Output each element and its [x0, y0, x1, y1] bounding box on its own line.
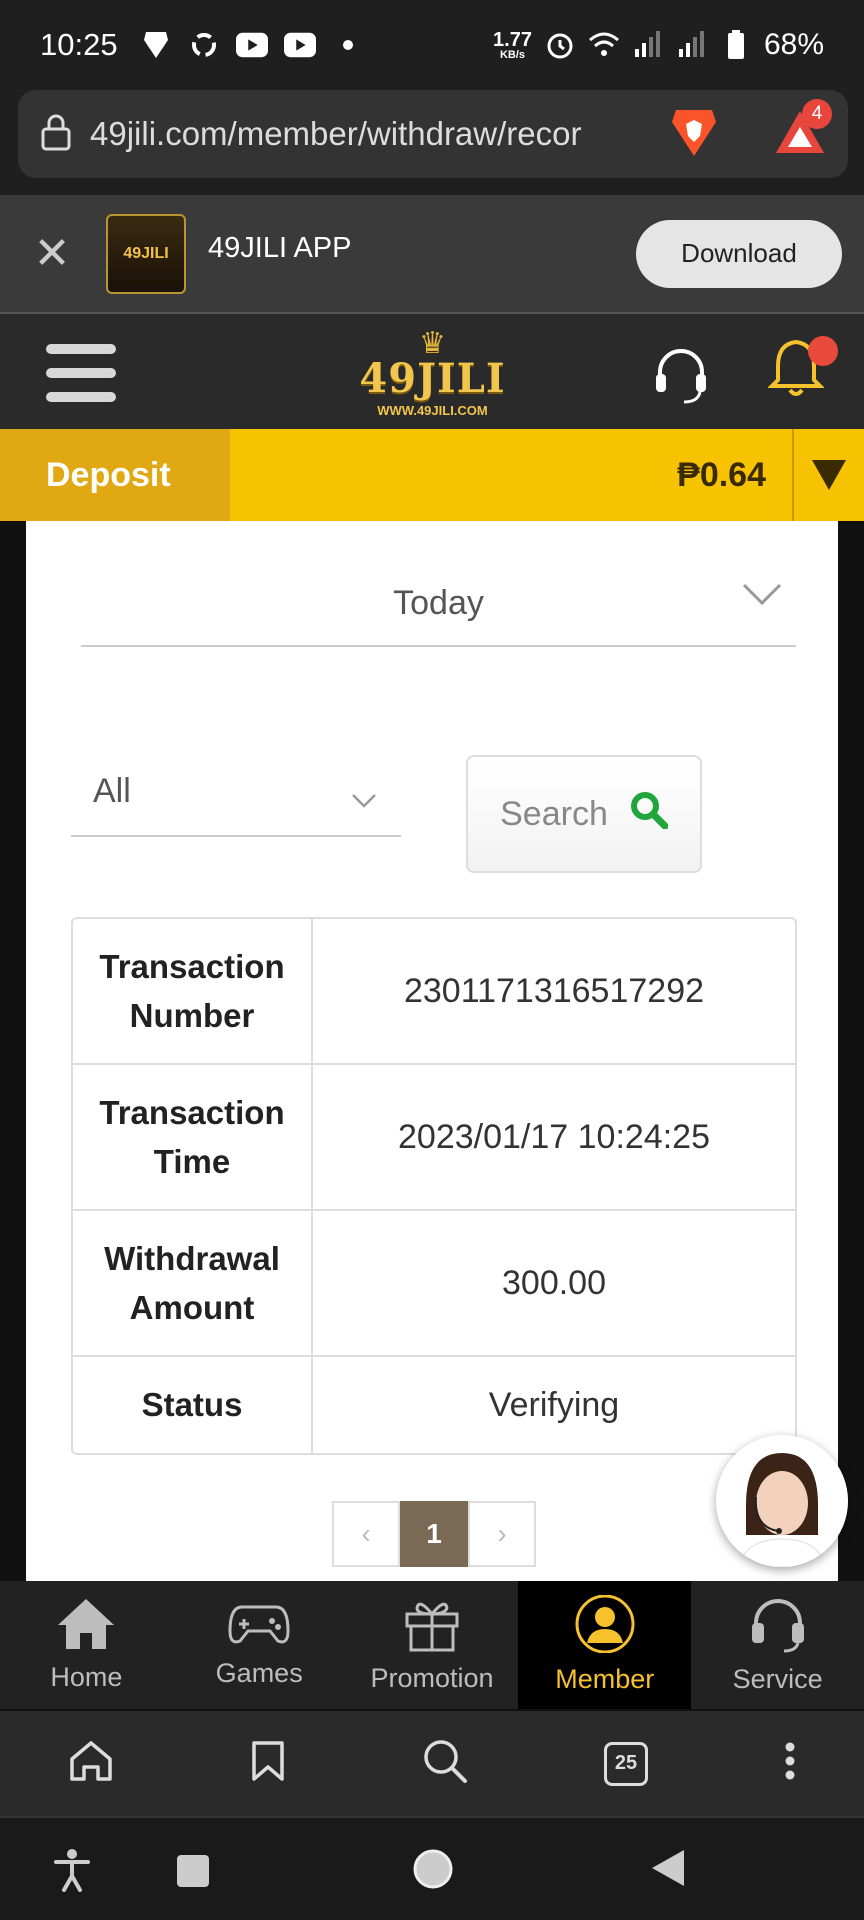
battery-level: 68% [763, 28, 824, 61]
customer-service-icon[interactable] [650, 344, 712, 411]
type-filter-select[interactable]: All [71, 747, 401, 837]
nav-member-label: Member [555, 1664, 655, 1694]
withdrawal-amount: 300.00 [502, 1263, 606, 1302]
tab-switcher-button[interactable]: 25 [604, 1741, 648, 1786]
table-row: Transaction Number 2301171316517292 [73, 919, 795, 1065]
sync-icon [188, 29, 220, 61]
search-icon [630, 791, 669, 838]
youtube-icon-2 [283, 29, 316, 61]
transaction-time: 2023/01/17 10:24:25 [398, 1117, 710, 1156]
site-logo[interactable]: ♛ 49JILI WWW.49JILI.COM [345, 318, 520, 428]
brave-notification-icon [140, 29, 172, 61]
search-button[interactable]: Search [466, 755, 702, 873]
pagination: ‹ 1 › [332, 1501, 536, 1567]
nav-member[interactable]: Member [518, 1581, 692, 1709]
bookmark-icon[interactable] [250, 1739, 286, 1788]
nav-home-label: Home [50, 1662, 123, 1692]
member-icon [574, 1594, 636, 1660]
site-header: ♛ 49JILI WWW.49JILI.COM [0, 312, 864, 429]
live-chat-avatar[interactable] [716, 1435, 848, 1567]
date-range-select[interactable]: Today [81, 561, 796, 647]
row-label: Transaction Time [73, 1065, 313, 1209]
deposit-bar: Deposit ₱0.64 [0, 429, 864, 521]
brave-shield-icon[interactable] [670, 106, 718, 163]
row-label: Transaction Number [73, 919, 313, 1063]
nav-games[interactable]: Games [173, 1581, 346, 1709]
page-1-button[interactable]: 1 [400, 1501, 468, 1567]
crown-icon: ♛ [419, 326, 446, 360]
menu-icon[interactable] [46, 338, 116, 408]
system-nav-bar [0, 1816, 864, 1920]
app-install-banner: ✕ 49JILI 49JILI APP Download [0, 195, 864, 312]
signal-icon [632, 29, 664, 61]
brave-rewards-icon[interactable]: 4 [774, 98, 832, 160]
gift-icon [403, 1596, 461, 1659]
network-speed: 1.77 KB/s [493, 28, 532, 61]
transaction-number: 2301171316517292 [403, 971, 705, 1010]
date-range-value: Today [393, 583, 484, 622]
recent-apps-button[interactable] [176, 1854, 210, 1893]
back-button[interactable] [650, 1848, 686, 1893]
app-logo: 49JILI [106, 213, 186, 294]
more-options-icon[interactable] [784, 1741, 796, 1786]
url-text[interactable]: 49jili.com/member/withdraw/recor [90, 115, 650, 153]
close-banner-icon[interactable]: ✕ [22, 228, 82, 279]
download-button[interactable]: Download [636, 219, 842, 288]
status-value: Verifying [488, 1385, 620, 1424]
chevron-down-icon [742, 577, 782, 616]
status-bar: 10:25 1.77 KB/s 68% [0, 0, 864, 90]
headset-icon [748, 1595, 808, 1660]
browser-address-area: 49jili.com/member/withdraw/recor 4 [0, 90, 864, 195]
chevron-down-icon [351, 779, 377, 818]
site-bottom-nav: Home Games Promotion Member Service [0, 1581, 864, 1709]
home-icon [56, 1597, 116, 1658]
browser-home-icon[interactable] [68, 1739, 114, 1788]
nav-promotion[interactable]: Promotion [346, 1581, 519, 1709]
address-bar[interactable]: 49jili.com/member/withdraw/recor 4 [18, 90, 848, 178]
dot-icon [332, 29, 364, 61]
balance-dropdown-icon[interactable] [792, 429, 864, 521]
battery-icon [720, 29, 752, 61]
clock: 10:25 [40, 27, 118, 62]
search-label: Search [500, 794, 608, 833]
withdraw-record-panel: Today All Search Transaction Number 2301… [26, 521, 838, 1581]
app-name: 49JILI APP [208, 232, 352, 264]
lock-icon[interactable] [40, 113, 72, 156]
deposit-button[interactable]: Deposit [0, 429, 230, 521]
row-label: Status [73, 1357, 313, 1453]
wallet-balance: ₱0.64 [677, 455, 766, 494]
type-filter-value: All [93, 771, 131, 810]
wifi-icon [588, 29, 620, 61]
search-icon[interactable] [422, 1738, 468, 1789]
prev-page-button[interactable]: ‹ [332, 1501, 400, 1567]
rewards-badge: 4 [802, 98, 832, 129]
table-row: Status Verifying [73, 1357, 795, 1453]
accessibility-icon[interactable] [52, 1848, 92, 1897]
alarm-icon [544, 29, 576, 61]
transaction-table: Transaction Number 2301171316517292 Tran… [71, 917, 797, 1455]
home-button[interactable] [412, 1848, 454, 1895]
browser-toolbar: 25 [0, 1709, 864, 1816]
gamepad-icon [228, 1601, 290, 1654]
nav-service[interactable]: Service [691, 1581, 864, 1709]
youtube-icon [235, 29, 268, 61]
nav-home[interactable]: Home [0, 1581, 173, 1709]
nav-promotion-label: Promotion [370, 1663, 494, 1693]
row-label: Withdrawal Amount [73, 1211, 313, 1355]
notification-dot [808, 336, 838, 366]
table-row: Withdrawal Amount 300.00 [73, 1211, 795, 1357]
next-page-button[interactable]: › [468, 1501, 536, 1567]
table-row: Transaction Time 2023/01/17 10:24:25 [73, 1065, 795, 1211]
notification-bell-icon[interactable] [767, 336, 838, 403]
nav-service-label: Service [732, 1664, 823, 1694]
signal-icon-2 [676, 29, 708, 61]
nav-games-label: Games [215, 1658, 303, 1688]
